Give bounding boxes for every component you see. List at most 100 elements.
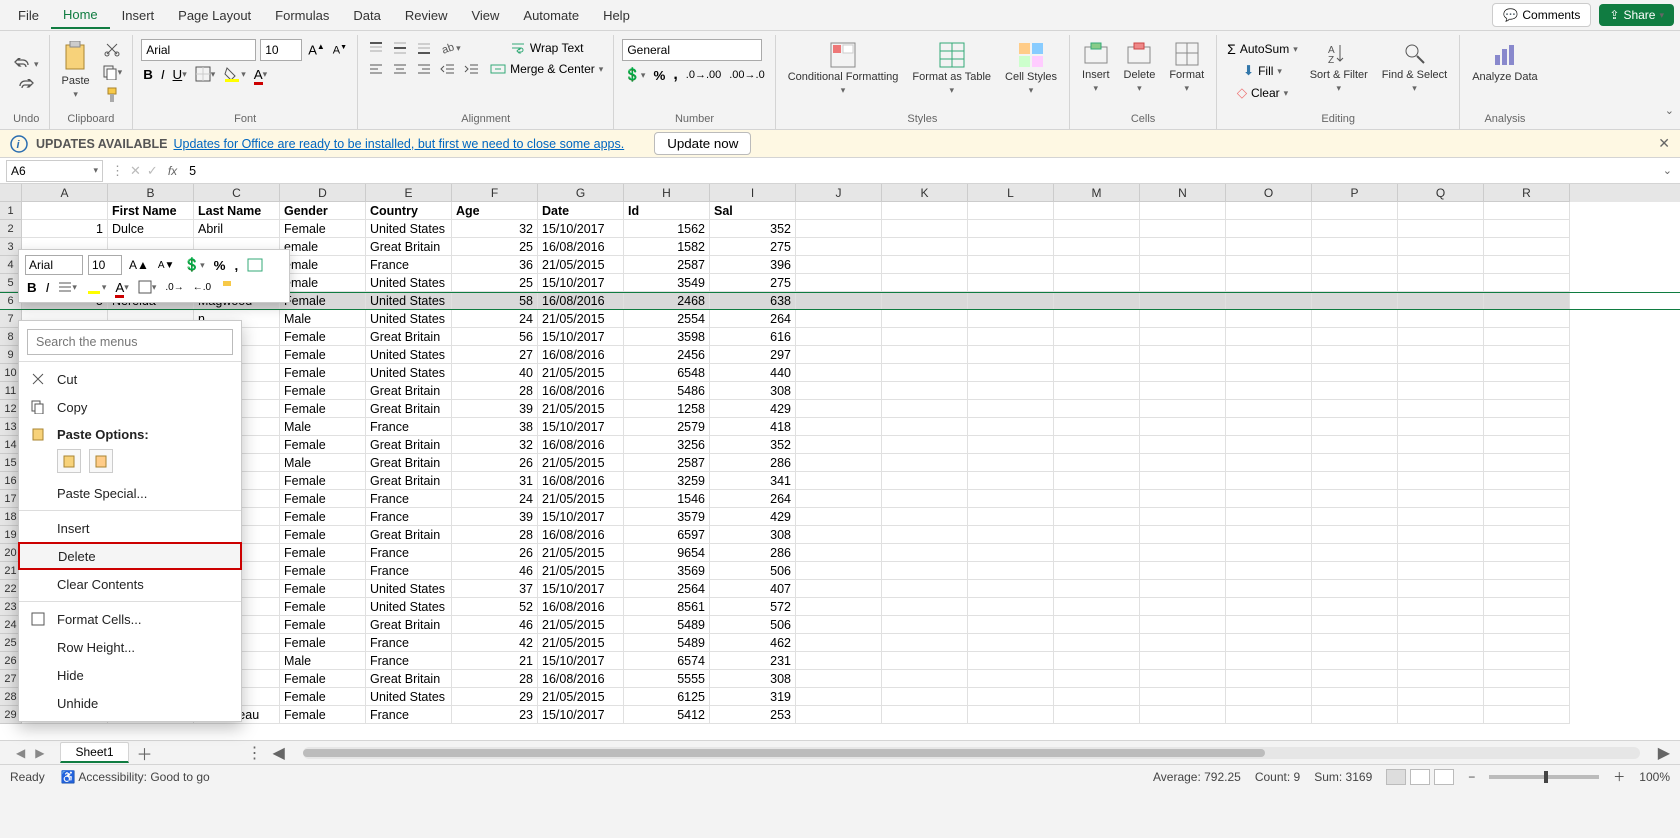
cell[interactable] xyxy=(968,580,1054,598)
cell[interactable] xyxy=(1484,238,1570,256)
cell[interactable]: 38 xyxy=(452,418,538,436)
cell[interactable] xyxy=(1312,382,1398,400)
mini-inc-decimal[interactable]: .0→ xyxy=(163,281,185,294)
cell[interactable]: United States xyxy=(366,346,452,364)
find-select-button[interactable]: Find & Select▾ xyxy=(1378,39,1451,96)
cell[interactable] xyxy=(1140,220,1226,238)
close-notif-button[interactable]: ✕ xyxy=(1658,135,1670,152)
cell[interactable]: Female xyxy=(280,544,366,562)
cell[interactable]: 16/08/2016 xyxy=(538,598,624,616)
cell[interactable]: Male xyxy=(280,652,366,670)
cell[interactable]: 2456 xyxy=(624,346,710,364)
cell[interactable] xyxy=(796,616,882,634)
cell[interactable] xyxy=(1312,670,1398,688)
cell[interactable] xyxy=(1484,220,1570,238)
cell[interactable] xyxy=(1398,400,1484,418)
decrease-decimal-button[interactable]: .00→.0 xyxy=(727,67,766,83)
cell[interactable] xyxy=(796,238,882,256)
cell[interactable]: Male xyxy=(280,454,366,472)
cell[interactable] xyxy=(1226,256,1312,274)
cell[interactable] xyxy=(1140,634,1226,652)
cell[interactable] xyxy=(1054,580,1140,598)
align-middle-button[interactable] xyxy=(390,39,410,57)
cell[interactable] xyxy=(1140,436,1226,454)
cell[interactable]: 462 xyxy=(710,634,796,652)
cell[interactable] xyxy=(1398,670,1484,688)
cell[interactable] xyxy=(882,562,968,580)
cell[interactable] xyxy=(1484,472,1570,490)
ctx-format-cells[interactable]: Format Cells... xyxy=(19,605,241,633)
cell[interactable]: 39 xyxy=(452,400,538,418)
cell[interactable] xyxy=(882,310,968,328)
cell[interactable] xyxy=(1140,652,1226,670)
cell[interactable] xyxy=(1398,382,1484,400)
cell[interactable]: 15/10/2017 xyxy=(538,220,624,238)
align-left-button[interactable] xyxy=(366,60,386,78)
cell[interactable]: 418 xyxy=(710,418,796,436)
enter-formula-button[interactable]: ✓ xyxy=(147,163,158,179)
cell[interactable]: France xyxy=(366,544,452,562)
cell[interactable]: 32 xyxy=(452,436,538,454)
cell[interactable]: 16/08/2016 xyxy=(538,238,624,256)
paste-button[interactable]: Paste ▾ xyxy=(58,39,94,102)
ctx-insert[interactable]: Insert xyxy=(19,514,241,542)
cell[interactable]: Gender xyxy=(280,202,366,220)
cell[interactable] xyxy=(1312,400,1398,418)
cell[interactable] xyxy=(968,562,1054,580)
cell[interactable] xyxy=(1398,274,1484,292)
sheet-tab-1[interactable]: Sheet1 xyxy=(60,742,128,763)
cell[interactable]: 27 xyxy=(452,346,538,364)
cell[interactable]: 3549 xyxy=(624,274,710,292)
menu-data[interactable]: Data xyxy=(341,3,392,28)
cell[interactable]: United States xyxy=(366,364,452,382)
cell[interactable] xyxy=(968,274,1054,292)
cell[interactable]: 24 xyxy=(452,310,538,328)
cell[interactable]: 3256 xyxy=(624,436,710,454)
cell[interactable] xyxy=(1226,670,1312,688)
cell[interactable]: Female xyxy=(280,580,366,598)
cell[interactable]: 3569 xyxy=(624,562,710,580)
cell[interactable]: 21/05/2015 xyxy=(538,616,624,634)
cell[interactable]: France xyxy=(366,634,452,652)
cell[interactable]: 29 xyxy=(452,688,538,706)
cell[interactable] xyxy=(968,670,1054,688)
mini-increase-font[interactable]: A▲ xyxy=(127,257,151,273)
cell[interactable] xyxy=(1140,562,1226,580)
cell[interactable] xyxy=(882,634,968,652)
cell[interactable] xyxy=(1054,220,1140,238)
cell[interactable] xyxy=(1398,562,1484,580)
cell[interactable] xyxy=(1054,328,1140,346)
col-header-J[interactable]: J xyxy=(796,184,882,202)
cell[interactable] xyxy=(1054,292,1140,310)
cell[interactable] xyxy=(1054,472,1140,490)
ctx-clear-contents[interactable]: Clear Contents xyxy=(19,570,241,598)
cell[interactable]: 2587 xyxy=(624,256,710,274)
cell[interactable]: France xyxy=(366,706,452,724)
cell[interactable]: 407 xyxy=(710,580,796,598)
cell[interactable] xyxy=(1398,202,1484,220)
cell[interactable] xyxy=(1140,670,1226,688)
clear-button[interactable]: ◇Clear▾ xyxy=(1225,83,1300,103)
cell[interactable] xyxy=(968,706,1054,724)
insert-cells-button[interactable]: Insert▾ xyxy=(1078,39,1114,96)
cell[interactable]: 15/10/2017 xyxy=(538,652,624,670)
cell[interactable] xyxy=(1226,490,1312,508)
cell[interactable] xyxy=(1398,346,1484,364)
cell[interactable] xyxy=(968,418,1054,436)
cell[interactable] xyxy=(1312,562,1398,580)
mini-italic[interactable]: I xyxy=(44,279,52,296)
cell[interactable]: 21/05/2015 xyxy=(538,562,624,580)
cell[interactable] xyxy=(1140,382,1226,400)
cell[interactable]: 429 xyxy=(710,508,796,526)
cell[interactable] xyxy=(968,238,1054,256)
cell[interactable] xyxy=(1140,688,1226,706)
cell[interactable] xyxy=(1226,562,1312,580)
cell[interactable]: 15/10/2017 xyxy=(538,274,624,292)
cell[interactable] xyxy=(1140,328,1226,346)
cell[interactable]: 5486 xyxy=(624,382,710,400)
cell[interactable]: Country xyxy=(366,202,452,220)
cancel-formula-button[interactable]: ✕ xyxy=(130,163,141,179)
cell[interactable] xyxy=(1140,292,1226,310)
cell[interactable]: France xyxy=(366,418,452,436)
cell[interactable] xyxy=(796,490,882,508)
